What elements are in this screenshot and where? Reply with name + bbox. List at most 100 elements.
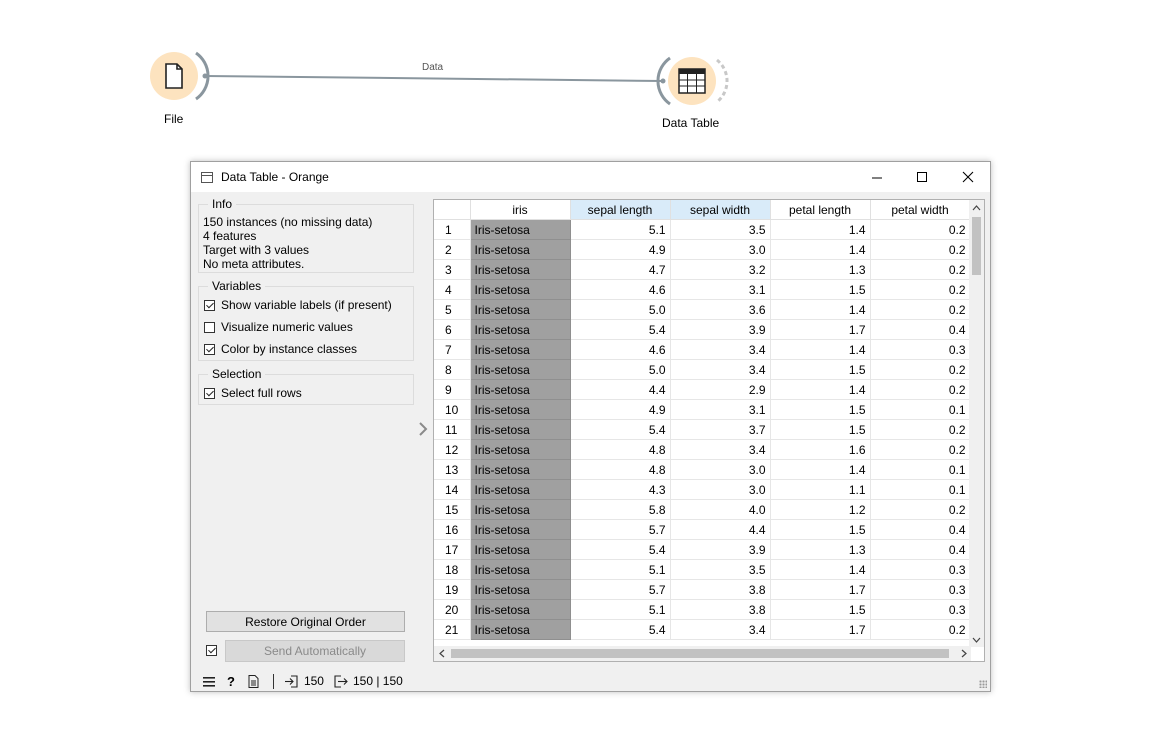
column-header-iris[interactable]: iris	[470, 200, 571, 220]
horizontal-scroll-thumb[interactable]	[451, 649, 949, 658]
class-cell[interactable]: Iris-setosa	[470, 539, 571, 560]
value-cell[interactable]: 1.5	[770, 279, 871, 300]
row-index[interactable]: 11	[434, 419, 471, 440]
value-cell[interactable]: 5.7	[570, 579, 671, 600]
value-cell[interactable]: 3.8	[670, 579, 771, 600]
row-index[interactable]: 7	[434, 339, 471, 360]
value-cell[interactable]: 1.7	[770, 619, 871, 640]
row-index[interactable]: 13	[434, 459, 471, 480]
table-row[interactable]: 2 Iris-setosa 4.9 3.0 1.4 0.2	[434, 239, 971, 260]
data-table-view[interactable]: iris sepal length sepal width petal leng…	[433, 199, 985, 662]
table-row[interactable]: 3 Iris-setosa 4.7 3.2 1.3 0.2	[434, 259, 971, 280]
value-cell[interactable]: 0.2	[870, 219, 971, 240]
row-index[interactable]: 8	[434, 359, 471, 380]
value-cell[interactable]: 5.1	[570, 559, 671, 580]
scroll-right-icon[interactable]	[956, 646, 971, 661]
title-bar[interactable]: Data Table - Orange	[191, 162, 990, 192]
class-cell[interactable]: Iris-setosa	[470, 559, 571, 580]
row-index[interactable]: 17	[434, 539, 471, 560]
row-index[interactable]: 12	[434, 439, 471, 460]
value-cell[interactable]: 3.5	[670, 219, 771, 240]
class-cell[interactable]: Iris-setosa	[470, 439, 571, 460]
row-index[interactable]: 20	[434, 599, 471, 620]
value-cell[interactable]: 1.1	[770, 479, 871, 500]
value-cell[interactable]: 4.6	[570, 339, 671, 360]
visualize-numeric-checkbox[interactable]: Visualize numeric values	[204, 319, 353, 335]
value-cell[interactable]: 3.8	[670, 599, 771, 620]
row-index[interactable]: 4	[434, 279, 471, 300]
value-cell[interactable]: 1.4	[770, 239, 871, 260]
value-cell[interactable]: 3.4	[670, 339, 771, 360]
table-row[interactable]: 7 Iris-setosa 4.6 3.4 1.4 0.3	[434, 339, 971, 360]
value-cell[interactable]: 4.8	[570, 439, 671, 460]
value-cell[interactable]: 5.4	[570, 619, 671, 640]
table-row[interactable]: 4 Iris-setosa 4.6 3.1 1.5 0.2	[434, 279, 971, 300]
row-index[interactable]: 3	[434, 259, 471, 280]
value-cell[interactable]: 1.5	[770, 399, 871, 420]
row-index[interactable]: 18	[434, 559, 471, 580]
table-row[interactable]: 13 Iris-setosa 4.8 3.0 1.4 0.1	[434, 459, 971, 480]
select-full-rows-checkbox[interactable]: Select full rows	[204, 385, 302, 401]
vertical-scroll-thumb[interactable]	[972, 217, 981, 275]
horizontal-scrollbar[interactable]	[434, 646, 971, 661]
value-cell[interactable]: 3.9	[670, 539, 771, 560]
column-header-sepal-width[interactable]: sepal width	[670, 200, 771, 220]
value-cell[interactable]: 0.1	[870, 459, 971, 480]
row-index[interactable]: 2	[434, 239, 471, 260]
scroll-down-icon[interactable]	[969, 632, 984, 647]
value-cell[interactable]: 3.0	[670, 239, 771, 260]
table-row[interactable]: 19 Iris-setosa 5.7 3.8 1.7 0.3	[434, 579, 971, 600]
value-cell[interactable]: 3.0	[670, 459, 771, 480]
value-cell[interactable]: 0.2	[870, 379, 971, 400]
value-cell[interactable]: 4.0	[670, 499, 771, 520]
value-cell[interactable]: 0.2	[870, 299, 971, 320]
class-cell[interactable]: Iris-setosa	[470, 459, 571, 480]
data-table-node[interactable]	[668, 57, 716, 105]
value-cell[interactable]: 5.8	[570, 499, 671, 520]
value-cell[interactable]: 0.2	[870, 259, 971, 280]
class-cell[interactable]: Iris-setosa	[470, 259, 571, 280]
table-row[interactable]: 8 Iris-setosa 5.0 3.4 1.5 0.2	[434, 359, 971, 380]
color-by-class-checkbox[interactable]: Color by instance classes	[204, 341, 357, 357]
value-cell[interactable]: 5.1	[570, 219, 671, 240]
file-node[interactable]	[150, 52, 198, 100]
class-cell[interactable]: Iris-setosa	[470, 239, 571, 260]
corner-button[interactable]	[434, 200, 471, 220]
value-cell[interactable]: 5.7	[570, 519, 671, 540]
close-button[interactable]	[945, 162, 990, 192]
column-header-sepal-length[interactable]: sepal length	[570, 200, 671, 220]
value-cell[interactable]: 2.9	[670, 379, 771, 400]
value-cell[interactable]: 4.6	[570, 279, 671, 300]
value-cell[interactable]: 0.1	[870, 479, 971, 500]
table-row[interactable]: 15 Iris-setosa 5.8 4.0 1.2 0.2	[434, 499, 971, 520]
value-cell[interactable]: 3.2	[670, 259, 771, 280]
value-cell[interactable]: 0.2	[870, 439, 971, 460]
class-cell[interactable]: Iris-setosa	[470, 339, 571, 360]
table-row[interactable]: 12 Iris-setosa 4.8 3.4 1.6 0.2	[434, 439, 971, 460]
value-cell[interactable]: 1.4	[770, 379, 871, 400]
resize-grip[interactable]	[979, 680, 987, 688]
class-cell[interactable]: Iris-setosa	[470, 419, 571, 440]
value-cell[interactable]: 1.5	[770, 519, 871, 540]
value-cell[interactable]: 4.9	[570, 239, 671, 260]
value-cell[interactable]: 1.3	[770, 259, 871, 280]
table-row[interactable]: 21 Iris-setosa 5.4 3.4 1.7 0.2	[434, 619, 971, 640]
class-cell[interactable]: Iris-setosa	[470, 319, 571, 340]
value-cell[interactable]: 0.4	[870, 319, 971, 340]
help-icon[interactable]: ?	[227, 674, 235, 689]
value-cell[interactable]: 0.3	[870, 339, 971, 360]
vertical-scrollbar[interactable]	[969, 200, 984, 647]
class-cell[interactable]: Iris-setosa	[470, 579, 571, 600]
value-cell[interactable]: 1.4	[770, 559, 871, 580]
value-cell[interactable]: 3.6	[670, 299, 771, 320]
value-cell[interactable]: 0.3	[870, 599, 971, 620]
column-header-petal-length[interactable]: petal length	[770, 200, 871, 220]
value-cell[interactable]: 3.1	[670, 399, 771, 420]
class-cell[interactable]: Iris-setosa	[470, 299, 571, 320]
restore-order-button[interactable]: Restore Original Order	[206, 611, 405, 632]
value-cell[interactable]: 0.2	[870, 279, 971, 300]
value-cell[interactable]: 1.3	[770, 539, 871, 560]
value-cell[interactable]: 5.0	[570, 359, 671, 380]
value-cell[interactable]: 4.4	[570, 379, 671, 400]
row-index[interactable]: 9	[434, 379, 471, 400]
